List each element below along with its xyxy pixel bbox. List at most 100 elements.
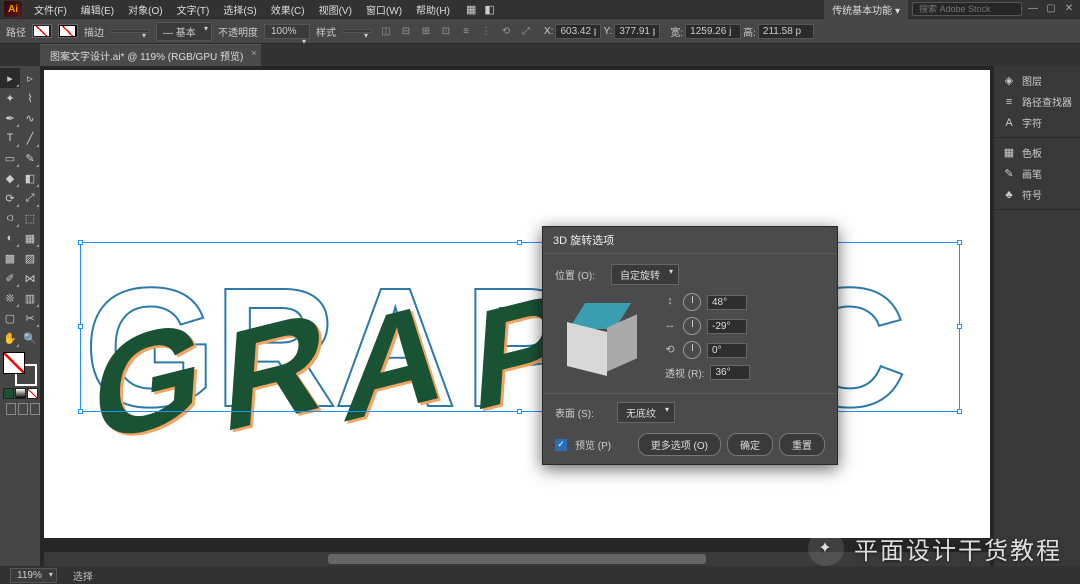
gradient-tool[interactable]: ▨: [20, 248, 40, 268]
fill-color[interactable]: [3, 352, 25, 374]
surface-dropdown[interactable]: 无底纹: [617, 402, 675, 423]
align-icon[interactable]: ⊞: [418, 23, 434, 39]
panel-tab-character[interactable]: A字符: [994, 112, 1080, 133]
align-icon[interactable]: ⊡: [438, 23, 454, 39]
shape-builder-tool[interactable]: ◐: [0, 228, 20, 248]
zoom-tool[interactable]: 🔍: [20, 328, 40, 348]
selection-tool[interactable]: ▸: [0, 68, 20, 88]
line-tool[interactable]: ╱: [20, 128, 40, 148]
free-transform-tool[interactable]: ⬚: [20, 208, 40, 228]
perspective-tool[interactable]: ▦: [20, 228, 40, 248]
rotate-tool[interactable]: ⟳: [0, 188, 20, 208]
z-rotation-input[interactable]: [707, 343, 747, 358]
direct-selection-tool[interactable]: ▹: [20, 68, 40, 88]
align-icon[interactable]: ≡: [458, 23, 474, 39]
pen-tool[interactable]: ✒: [0, 108, 20, 128]
w-input[interactable]: [685, 24, 741, 39]
document-tab[interactable]: 图案文字设计.ai* @ 119% (RGB/GPU 预览) ×: [40, 44, 261, 66]
menu-file[interactable]: 文件(F): [28, 0, 73, 19]
lasso-tool[interactable]: ⌇: [20, 88, 40, 108]
fill-swatch[interactable]: [32, 24, 52, 38]
opacity-dropdown[interactable]: 100%: [264, 24, 310, 39]
search-input[interactable]: [912, 2, 1022, 16]
arrange-icon[interactable]: ◧: [484, 3, 494, 16]
bridge-icon[interactable]: ▦: [466, 3, 476, 16]
paintbrush-tool[interactable]: ✎: [20, 148, 40, 168]
menu-edit[interactable]: 编辑(E): [75, 0, 120, 19]
menu-type[interactable]: 文字(T): [171, 0, 216, 19]
draw-mode[interactable]: [30, 403, 40, 415]
brush-dropdown[interactable]: — 基本: [156, 22, 212, 41]
h-input[interactable]: [758, 24, 814, 39]
toolbox: ▸▹ ✦⌇ ✒∿ T╱ ▭✎ ◆◧ ⟳⤢ ⫏⬚ ◐▦ ▩▨ ✐⋈ ❊▥ ▢✂ ✋…: [0, 66, 40, 566]
maximize-button[interactable]: ▢: [1044, 2, 1058, 16]
z-axis-icon: ⟲: [663, 343, 677, 357]
panel-tab-symbols[interactable]: ♣符号: [994, 184, 1080, 205]
transform-icon[interactable]: ⤢: [518, 23, 534, 39]
perspective-input[interactable]: [710, 365, 750, 380]
panel-tab-swatches[interactable]: ▦色板: [994, 142, 1080, 163]
position-dropdown[interactable]: 自定旋转: [611, 264, 679, 285]
none-mode[interactable]: [27, 388, 38, 399]
3d-cube-preview[interactable]: [555, 293, 645, 383]
rectangle-tool[interactable]: ▭: [0, 148, 20, 168]
color-mode[interactable]: [3, 388, 14, 399]
more-options-button[interactable]: 更多选项 (O): [638, 433, 721, 456]
fill-stroke-control[interactable]: [3, 352, 37, 386]
x-rotation-input[interactable]: [707, 295, 747, 310]
app-logo: Ai: [4, 1, 22, 17]
blend-tool[interactable]: ⋈: [20, 268, 40, 288]
zoom-dropdown[interactable]: 119%: [10, 568, 57, 583]
artboard-tool[interactable]: ▢: [0, 308, 20, 328]
width-tool[interactable]: ⫏: [0, 208, 20, 228]
y-rotation-input[interactable]: [707, 319, 747, 334]
minimize-button[interactable]: —: [1026, 2, 1040, 16]
mesh-tool[interactable]: ▩: [0, 248, 20, 268]
symbol-sprayer-tool[interactable]: ❊: [0, 288, 20, 308]
slice-tool[interactable]: ✂: [20, 308, 40, 328]
stroke-weight-dropdown[interactable]: [110, 29, 150, 33]
shaper-tool[interactable]: ◆: [0, 168, 20, 188]
workspace-switcher[interactable]: 传统基本功能 ▾: [824, 0, 908, 19]
y-rotation-dial[interactable]: [683, 317, 701, 335]
menu-help[interactable]: 帮助(H): [410, 0, 456, 19]
align-icon[interactable]: ⋮: [478, 23, 494, 39]
ok-button[interactable]: 确定: [727, 433, 773, 456]
transform-icon[interactable]: ⟲: [498, 23, 514, 39]
close-button[interactable]: ✕: [1062, 2, 1076, 16]
panel-tab-pathfinder[interactable]: ≡路径查找器: [994, 91, 1080, 112]
x-rotation-dial[interactable]: [683, 293, 701, 311]
menu-effect[interactable]: 效果(C): [265, 0, 311, 19]
graph-tool[interactable]: ▥: [20, 288, 40, 308]
dialog-title[interactable]: 3D 旋转选项: [543, 227, 837, 254]
panel-tab-layers[interactable]: ◈图层: [994, 70, 1080, 91]
rotation-controls: ↕ ↔ ⟲ 透视 (R):: [663, 293, 750, 380]
magic-wand-tool[interactable]: ✦: [0, 88, 20, 108]
draw-mode[interactable]: [6, 403, 16, 415]
x-input[interactable]: [555, 24, 601, 39]
draw-mode[interactable]: [18, 403, 28, 415]
scale-tool[interactable]: ⤢: [20, 188, 40, 208]
reset-button[interactable]: 重置: [779, 433, 825, 456]
type-tool[interactable]: T: [0, 128, 20, 148]
curvature-tool[interactable]: ∿: [20, 108, 40, 128]
align-icon[interactable]: ◫: [378, 23, 394, 39]
z-rotation-dial[interactable]: [683, 341, 701, 359]
hand-tool[interactable]: ✋: [0, 328, 20, 348]
panel-tab-brushes[interactable]: ✎画笔: [994, 163, 1080, 184]
stroke-swatch[interactable]: [58, 24, 78, 38]
menu-view[interactable]: 视图(V): [313, 0, 358, 19]
eyedropper-tool[interactable]: ✐: [0, 268, 20, 288]
align-icon[interactable]: ⊟: [398, 23, 414, 39]
menu-object[interactable]: 对象(O): [122, 0, 168, 19]
swatches-icon: ▦: [1002, 146, 1016, 159]
menu-select[interactable]: 选择(S): [217, 0, 262, 19]
style-dropdown[interactable]: [342, 29, 372, 33]
gradient-mode[interactable]: [15, 388, 26, 399]
artboard[interactable]: G R A P I C G R A P: [44, 70, 990, 538]
eraser-tool[interactable]: ◧: [20, 168, 40, 188]
preview-checkbox[interactable]: ✓: [555, 439, 567, 451]
y-input[interactable]: [614, 24, 660, 39]
tab-close-icon[interactable]: ×: [251, 48, 256, 58]
menu-window[interactable]: 窗口(W): [360, 0, 408, 19]
